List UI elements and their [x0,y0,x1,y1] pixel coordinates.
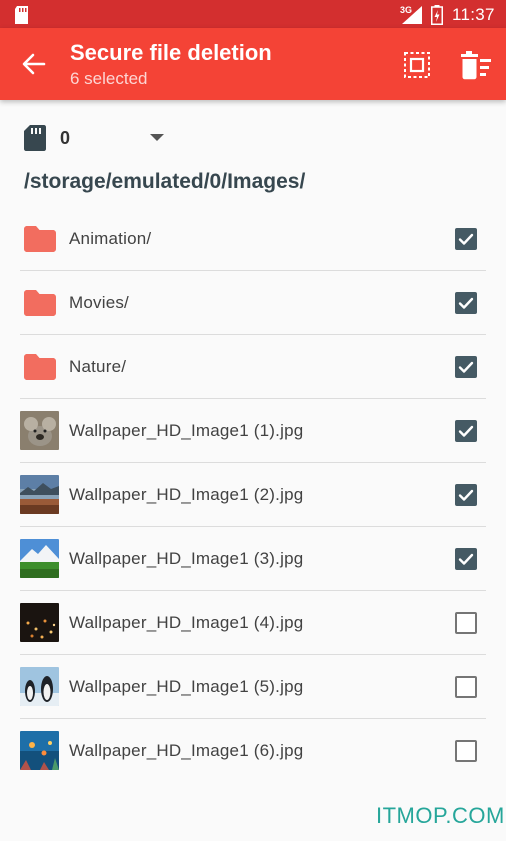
file-list-item[interactable]: Wallpaper_HD_Image1 (1).jpg [20,399,486,463]
checkbox-checked[interactable] [455,484,477,506]
image-thumbnail [20,475,59,514]
watermark: ITMOP.COM [376,803,505,828]
image-thumbnail [20,667,59,706]
current-path: /storage/emulated/0/Images/ [24,170,306,193]
check-icon [458,489,474,501]
file-list-item[interactable]: Nature/ [20,335,486,399]
checkbox-checked[interactable] [455,420,477,442]
file-name: Wallpaper_HD_Image1 (3).jpg [69,549,304,568]
check-icon [458,361,474,373]
file-name: Wallpaper_HD_Image1 (5).jpg [69,677,304,696]
storage-value: 0 [60,128,71,148]
clock: 11:37 [452,5,495,24]
check-icon [458,425,474,437]
file-name: Wallpaper_HD_Image1 (4).jpg [69,613,304,632]
file-list-item[interactable]: Wallpaper_HD_Image1 (3).jpg [20,527,486,591]
page-title: Secure file deletion [70,40,272,65]
file-name: Movies/ [69,293,129,312]
delete-sweep-icon[interactable] [460,50,492,80]
folder-icon [24,226,56,252]
image-thumbnail [20,731,59,770]
folder-icon [24,290,56,316]
checkbox-checked[interactable] [455,228,477,250]
checkbox-checked[interactable] [455,292,477,314]
file-name: Nature/ [69,357,127,376]
checkbox-checked[interactable] [455,356,477,378]
status-bar: 3G 11:37 [0,0,506,28]
file-list-item[interactable]: Wallpaper_HD_Image1 (5).jpg [20,655,486,719]
file-name: Wallpaper_HD_Image1 (2).jpg [69,485,304,504]
dropdown-arrow-icon [150,134,164,141]
file-list-item[interactable]: Wallpaper_HD_Image1 (6).jpg [20,719,486,783]
file-list: Animation/Movies/Nature/Wallpaper_HD_Ima… [20,207,486,783]
image-thumbnail [20,411,59,450]
folder-icon [24,354,56,380]
file-list-item[interactable]: Movies/ [20,271,486,335]
file-name: Wallpaper_HD_Image1 (1).jpg [69,421,304,440]
sd-card-status-icon [15,6,28,24]
back-arrow-icon[interactable] [18,48,50,80]
checkbox-unchecked[interactable] [455,612,477,634]
check-icon [458,297,474,309]
checkbox-checked[interactable] [455,548,477,570]
storage-selector[interactable]: 0 [24,124,184,152]
check-icon [458,553,474,565]
selection-count: 6 selected [70,69,148,88]
file-list-item[interactable]: Wallpaper_HD_Image1 (4).jpg [20,591,486,655]
battery-icon [431,5,443,25]
select-all-icon[interactable] [402,50,432,80]
checkbox-unchecked[interactable] [455,676,477,698]
sd-card-icon [24,125,46,151]
file-name: Wallpaper_HD_Image1 (6).jpg [69,741,304,760]
file-list-item[interactable]: Animation/ [20,207,486,271]
image-thumbnail [20,603,59,642]
app-bar: Secure file deletion 6 selected [0,28,506,100]
check-icon [458,233,474,245]
file-name: Animation/ [69,229,152,248]
file-list-item[interactable]: Wallpaper_HD_Image1 (2).jpg [20,463,486,527]
image-thumbnail [20,539,59,578]
checkbox-unchecked[interactable] [455,740,477,762]
signal-icon [402,6,422,24]
